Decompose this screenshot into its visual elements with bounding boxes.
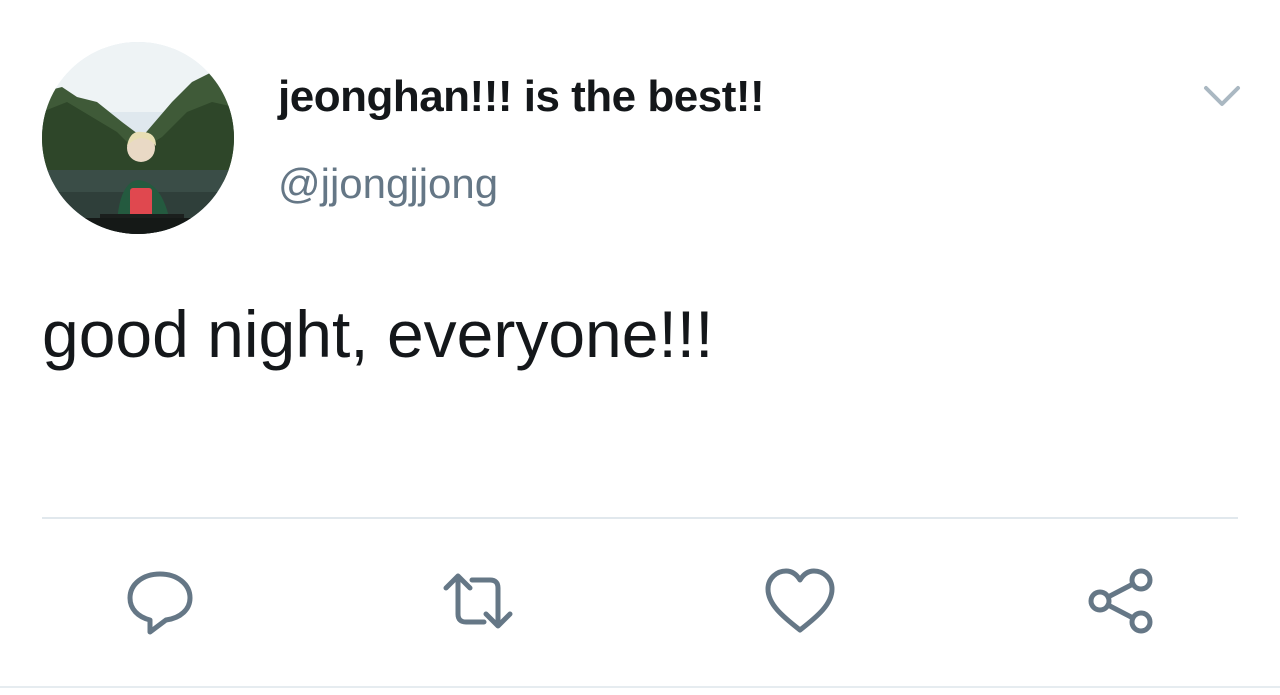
- avatar[interactable]: [42, 42, 234, 234]
- retweet-button[interactable]: [440, 564, 516, 640]
- display-name[interactable]: jeonghan!!! is the best!!: [278, 70, 765, 124]
- like-button[interactable]: [762, 564, 838, 640]
- divider: [42, 517, 1238, 519]
- avatar-photo: [42, 42, 234, 234]
- share-button[interactable]: [1083, 564, 1159, 640]
- reply-icon: [127, 571, 193, 635]
- tweet-card: jeonghan!!! is the best!! @jjongjjong go…: [0, 0, 1280, 695]
- share-icon: [1088, 568, 1153, 634]
- tweet-text: good night, everyone!!!: [42, 297, 714, 371]
- chevron-down-icon[interactable]: [1198, 76, 1246, 116]
- reply-button[interactable]: [122, 564, 198, 640]
- user-handle[interactable]: @jjongjjong: [278, 157, 498, 211]
- bottom-divider: [0, 686, 1280, 688]
- heart-icon: [765, 568, 835, 633]
- retweet-icon: [443, 573, 513, 629]
